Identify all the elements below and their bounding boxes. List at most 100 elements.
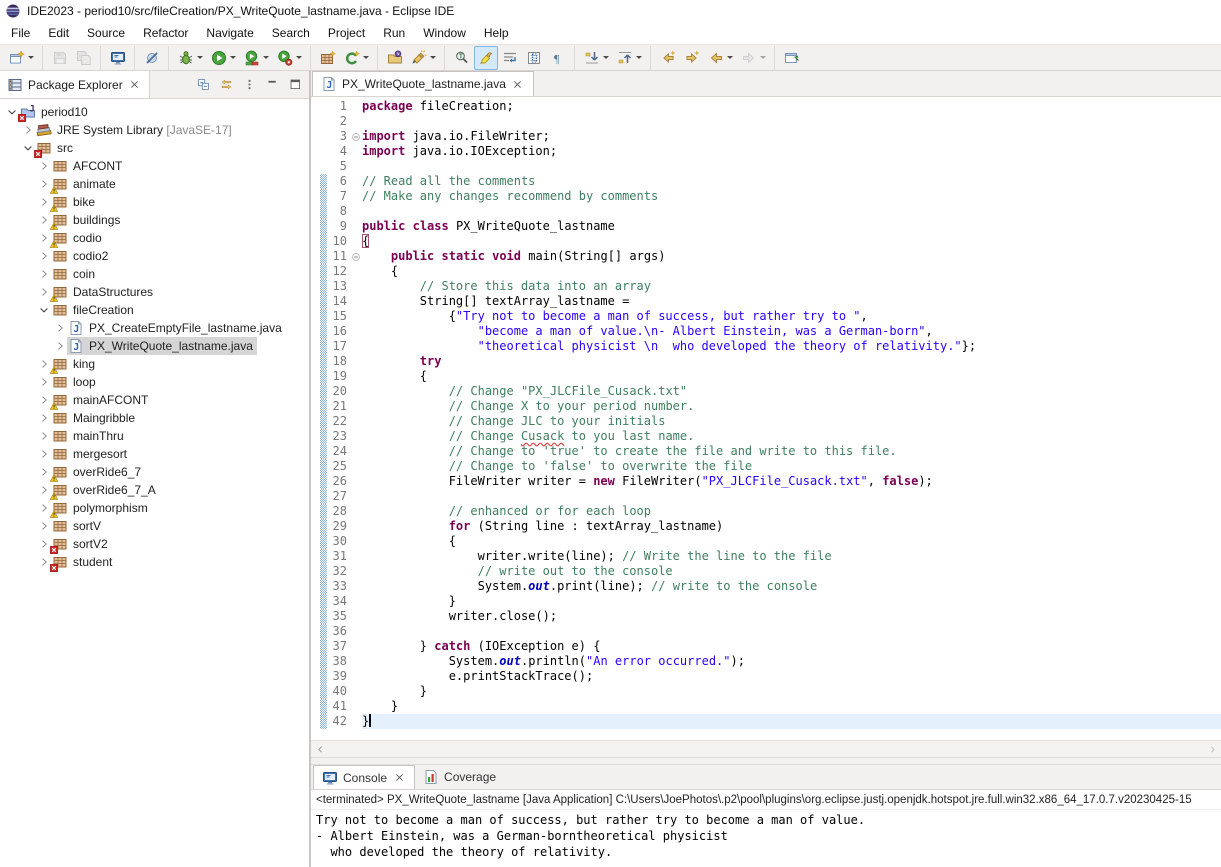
tree-item-king[interactable]: king <box>0 355 309 373</box>
code-line-1[interactable]: 1package fileCreation; <box>311 99 1221 114</box>
menu-search[interactable]: Search <box>263 23 319 43</box>
code-line-28[interactable]: 28 // enhanced or for each loop <box>311 504 1221 519</box>
chevron-right-icon[interactable] <box>36 502 51 514</box>
code-line-4[interactable]: 4import java.io.IOException; <box>311 144 1221 159</box>
search-button[interactable] <box>407 46 440 70</box>
open-task-button[interactable] <box>383 46 407 70</box>
minimize-button[interactable] <box>262 75 282 95</box>
code-line-14[interactable]: 14 String[] textArray_lastname = <box>311 294 1221 309</box>
back-button[interactable] <box>704 46 737 70</box>
code-line-20[interactable]: 20 // Change "PX_JLCFile_Cusack.txt" <box>311 384 1221 399</box>
code-line-31[interactable]: 31 writer.write(line); // Write the line… <box>311 549 1221 564</box>
link-with-editor-button[interactable] <box>216 75 236 95</box>
tree-item-mainthru[interactable]: mainThru <box>0 427 309 445</box>
tree-item-override6-7[interactable]: overRide6_7 <box>0 463 309 481</box>
chevron-right-icon[interactable] <box>52 322 67 334</box>
tree-item-bike[interactable]: bike <box>0 193 309 211</box>
chevron-right-icon[interactable] <box>36 556 51 568</box>
code-line-32[interactable]: 32 // write out to the console <box>311 564 1221 579</box>
fold-collapse-icon[interactable] <box>349 129 362 144</box>
tab-package-explorer[interactable]: Package Explorer <box>0 71 150 98</box>
tree-item-buildings[interactable]: buildings <box>0 211 309 229</box>
chevron-right-icon[interactable] <box>36 250 51 262</box>
code-line-6[interactable]: 6// Read all the comments <box>311 174 1221 189</box>
coverage-button[interactable] <box>240 46 273 70</box>
code-line-40[interactable]: 40 } <box>311 684 1221 699</box>
tree-item-filecreation[interactable]: fileCreation <box>0 301 309 319</box>
new-java-class-button[interactable] <box>340 46 373 70</box>
tree-item-datastructures[interactable]: DataStructures <box>0 283 309 301</box>
menu-window[interactable]: Window <box>414 23 475 43</box>
chevron-right-icon[interactable] <box>36 286 51 298</box>
chevron-right-icon[interactable] <box>36 466 51 478</box>
horizontal-scrollbar[interactable] <box>311 740 1221 757</box>
code-line-24[interactable]: 24 // Change to 'true' to create the fil… <box>311 444 1221 459</box>
chevron-right-icon[interactable] <box>36 448 51 460</box>
tree-item-mergesort[interactable]: mergesort <box>0 445 309 463</box>
previous-edit-location-button[interactable] <box>656 46 680 70</box>
dropdown-arrow-icon[interactable] <box>760 56 766 59</box>
code-line-10[interactable]: 10{ <box>311 234 1221 249</box>
tree-item-codio2[interactable]: codio2 <box>0 247 309 265</box>
code-line-21[interactable]: 21 // Change X to your period number. <box>311 399 1221 414</box>
view-menu-button[interactable] <box>239 75 259 95</box>
menu-run[interactable]: Run <box>374 23 414 43</box>
fold-collapse-icon[interactable] <box>349 249 362 264</box>
run-button[interactable] <box>207 46 240 70</box>
chevron-right-icon[interactable] <box>36 358 51 370</box>
close-icon[interactable] <box>511 77 525 91</box>
tree-item-override6-7-a[interactable]: overRide6_7_A <box>0 481 309 499</box>
dropdown-arrow-icon[interactable] <box>197 56 203 59</box>
chevron-down-icon[interactable] <box>4 106 19 118</box>
console-tab-console[interactable]: Console <box>313 765 415 789</box>
open-console-button[interactable] <box>106 46 130 70</box>
profile-button[interactable] <box>273 46 306 70</box>
new-java-package-button[interactable] <box>316 46 340 70</box>
chevron-right-icon[interactable] <box>36 214 51 226</box>
dropdown-arrow-icon[interactable] <box>363 56 369 59</box>
scroll-right-arrow[interactable] <box>1203 741 1221 757</box>
code-line-12[interactable]: 12 { <box>311 264 1221 279</box>
menu-help[interactable]: Help <box>475 23 518 43</box>
code-line-35[interactable]: 35 writer.close(); <box>311 609 1221 624</box>
tree-item-maingribble[interactable]: Maingribble <box>0 409 309 427</box>
tree-item-sortv[interactable]: sortV <box>0 517 309 535</box>
code-line-42[interactable]: 42} <box>311 714 1221 729</box>
dropdown-arrow-icon[interactable] <box>230 56 236 59</box>
open-type-button[interactable]: T <box>450 46 474 70</box>
chevron-right-icon[interactable] <box>52 340 67 352</box>
code-line-9[interactable]: 9public class PX_WriteQuote_lastname <box>311 219 1221 234</box>
dropdown-arrow-icon[interactable] <box>727 56 733 59</box>
chevron-right-icon[interactable] <box>36 484 51 496</box>
editor-tab-px-writequote-lastname-java[interactable]: JPX_WriteQuote_lastname.java <box>312 71 534 96</box>
code-line-17[interactable]: 17 "theoretical physicist \n who develop… <box>311 339 1221 354</box>
code-editor[interactable]: 1package fileCreation;23import java.io.F… <box>311 97 1221 740</box>
code-line-36[interactable]: 36 <box>311 624 1221 639</box>
chevron-right-icon[interactable] <box>36 412 51 424</box>
code-line-33[interactable]: 33 System.out.print(line); // write to t… <box>311 579 1221 594</box>
code-line-11[interactable]: 11 public static void main(String[] args… <box>311 249 1221 264</box>
code-line-13[interactable]: 13 // Store this data into an array <box>311 279 1221 294</box>
previous-annotation-button[interactable] <box>613 46 646 70</box>
close-icon[interactable] <box>128 78 142 92</box>
tree-item-jre-system-library[interactable]: JRE System Library [JavaSE-17] <box>0 121 309 139</box>
code-line-37[interactable]: 37 } catch (IOException e) { <box>311 639 1221 654</box>
dropdown-arrow-icon[interactable] <box>296 56 302 59</box>
chevron-down-icon[interactable] <box>36 304 51 316</box>
menu-refactor[interactable]: Refactor <box>134 23 197 43</box>
tree-item-loop[interactable]: loop <box>0 373 309 391</box>
skip-breakpoints-button[interactable] <box>140 46 164 70</box>
dropdown-arrow-icon[interactable] <box>28 56 34 59</box>
collapse-all-button[interactable] <box>193 75 213 95</box>
menu-source[interactable]: Source <box>78 23 134 43</box>
code-line-5[interactable]: 5 <box>311 159 1221 174</box>
tree-item-polymorphism[interactable]: polymorphism <box>0 499 309 517</box>
console-tab-coverage[interactable]: Coverage <box>415 765 504 789</box>
code-line-23[interactable]: 23 // Change Cusack to you last name. <box>311 429 1221 444</box>
block-selection-button[interactable] <box>522 46 546 70</box>
code-line-2[interactable]: 2 <box>311 114 1221 129</box>
mark-occurrences-button[interactable] <box>474 46 498 70</box>
scrollbar-track[interactable] <box>329 741 1203 757</box>
next-edit-location-button[interactable] <box>680 46 704 70</box>
code-line-16[interactable]: 16 "become a man of value.\n- Albert Ein… <box>311 324 1221 339</box>
